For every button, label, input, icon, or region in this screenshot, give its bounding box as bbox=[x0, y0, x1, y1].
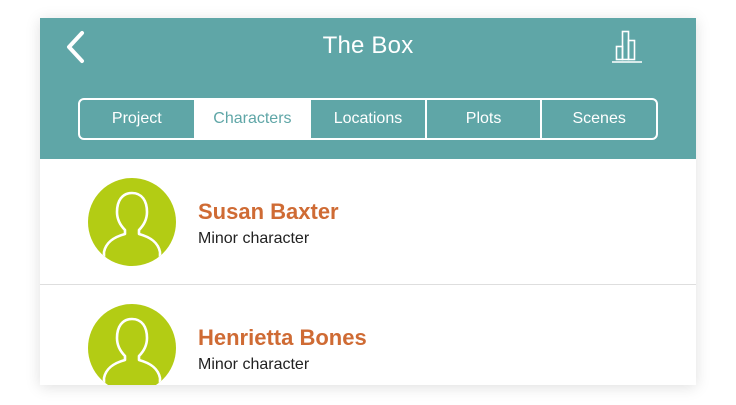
character-name: Susan Baxter bbox=[198, 199, 339, 224]
statistics-button[interactable] bbox=[612, 29, 642, 63]
list-item[interactable]: Susan Baxter Minor character bbox=[40, 159, 696, 285]
avatar bbox=[88, 304, 176, 385]
person-silhouette-icon bbox=[102, 317, 162, 385]
bar-chart-icon bbox=[612, 30, 642, 63]
character-role: Minor character bbox=[198, 230, 310, 247]
tab-locations[interactable]: Locations bbox=[311, 100, 427, 138]
section-tabs: Project Characters Locations Plots Scene… bbox=[78, 98, 658, 140]
tab-characters[interactable]: Characters bbox=[195, 100, 312, 138]
header-bar: The Box Project Characters Locations Plo… bbox=[40, 18, 696, 159]
person-silhouette-icon bbox=[102, 191, 162, 266]
list-item[interactable]: Henrietta Bones Minor character bbox=[40, 285, 696, 385]
tab-scenes[interactable]: Scenes bbox=[542, 100, 656, 138]
character-name: Henrietta Bones bbox=[198, 325, 367, 350]
page-title: The Box bbox=[322, 32, 414, 59]
avatar bbox=[88, 178, 176, 266]
tab-plots[interactable]: Plots bbox=[427, 100, 543, 138]
tab-project[interactable]: Project bbox=[80, 100, 196, 138]
app-screen: The Box Project Characters Locations Plo… bbox=[40, 18, 696, 385]
character-role: Minor character bbox=[198, 356, 310, 373]
character-list: Susan Baxter Minor character Henrietta B… bbox=[40, 159, 696, 385]
